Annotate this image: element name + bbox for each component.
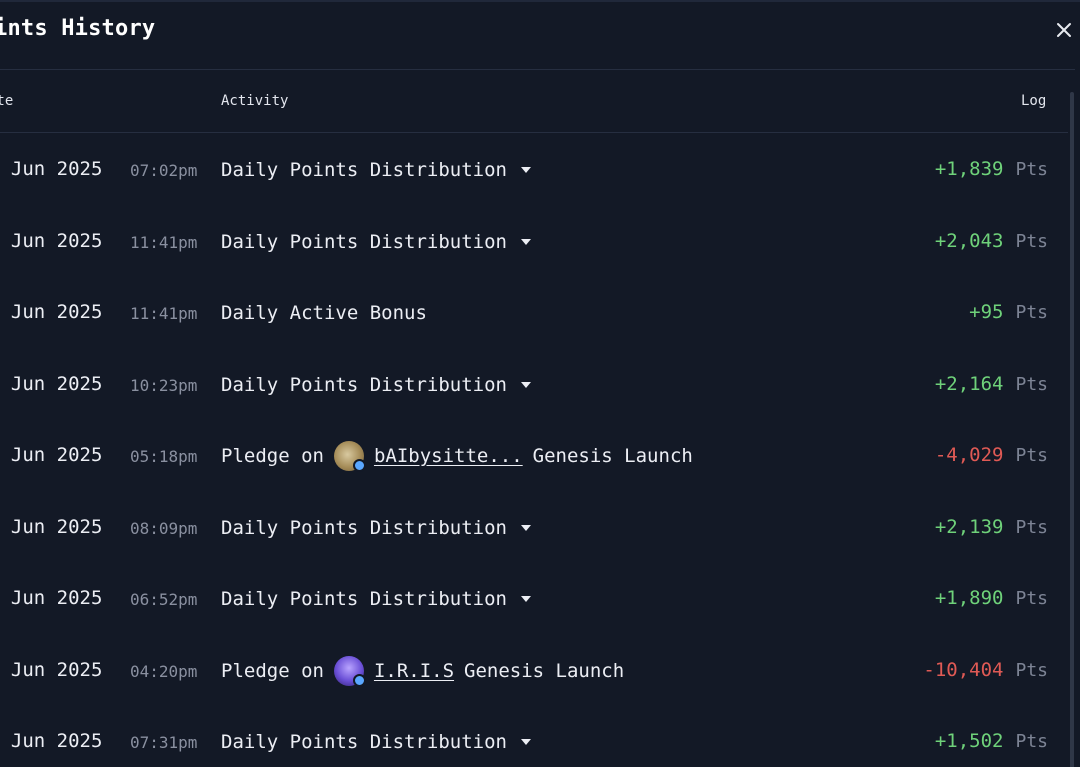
verified-badge-icon [352, 673, 366, 687]
caret-down-icon[interactable] [520, 739, 531, 745]
caret-down-icon[interactable] [520, 524, 531, 531]
row-date: 3 Jun 2025 [0, 515, 103, 538]
close-icon [1057, 23, 1071, 37]
table-row: 1 Jun 2025 07:31pm Daily Points Distributi… [0, 706, 1068, 767]
row-date: 2 Jun 2025 [0, 658, 103, 681]
points-value: -10,404 [923, 658, 1004, 681]
row-activity: Pledge on I.R.I.S Genesis Launch [221, 655, 625, 687]
row-date: 5 Jun 2025 [0, 229, 103, 252]
row-time: 04:20pm [130, 661, 198, 681]
row-points-log: -4,029 Pts [935, 444, 1048, 466]
row-time: 07:31pm [130, 733, 198, 752]
points-unit: Pts [1015, 230, 1048, 252]
points-value: +2,043 [934, 229, 1004, 252]
activity-label: Daily Points Distribution [221, 373, 507, 396]
points-unit: Pts [1015, 731, 1048, 752]
project-avatar[interactable] [333, 441, 366, 472]
row-time: 11:41pm [130, 304, 198, 323]
column-header-date[interactable]: ate [0, 93, 13, 109]
row-points-log: +1,839 Pts [935, 158, 1048, 180]
activity-suffix: Genesis Launch [464, 659, 625, 682]
row-points-log: +2,164 Pts [935, 373, 1048, 395]
row-date: 1 Jun 2025 [0, 730, 103, 752]
row-points-log: +1,890 Pts [935, 587, 1048, 609]
activity-label: Daily Points Distribution [221, 230, 507, 253]
row-activity: Daily Points Distribution [221, 230, 531, 254]
points-unit: Pts [1015, 445, 1048, 466]
table-row: 6 Jun 2025 07:02pm Daily Points Distributi… [0, 134, 1068, 206]
points-value: -4,029 [934, 444, 1004, 466]
row-activity: Daily Points Distribution [221, 516, 531, 540]
modal-title: ints History [0, 16, 156, 41]
row-points-log: +1,502 Pts [935, 730, 1048, 752]
points-value: +2,139 [934, 515, 1004, 538]
row-time: 06:52pm [130, 590, 198, 609]
row-date: 4 Jun 2025 [0, 372, 103, 395]
row-points-log: +95 Pts [969, 301, 1048, 323]
row-activity: Daily Points Distribution [221, 730, 531, 754]
verified-badge-icon [352, 459, 366, 472]
points-unit: Pts [1015, 159, 1048, 180]
column-header-activity[interactable]: Activity [221, 93, 288, 109]
close-button[interactable] [1054, 20, 1074, 40]
project-link[interactable]: I.R.I.S [374, 660, 454, 682]
row-activity: Daily Active Bonus [221, 301, 427, 325]
activity-label: Daily Points Distribution [221, 731, 507, 753]
table-row: 2 Jun 2025 06:52pm Daily Points Distributi… [0, 563, 1068, 635]
row-time: 10:23pm [130, 375, 198, 395]
row-points-log: +2,043 Pts [935, 230, 1048, 252]
caret-down-icon[interactable] [520, 596, 531, 602]
points-value: +1,890 [934, 587, 1004, 609]
table-row: 4 Jun 2025 10:23pm Daily Points Distributi… [0, 349, 1068, 421]
header-divider [0, 132, 1068, 133]
caret-down-icon[interactable] [520, 238, 531, 245]
activity-label: Daily Points Distribution [221, 516, 507, 539]
activity-label: Daily Points Distribution [221, 588, 507, 610]
activity-label: Daily Points Distribution [221, 159, 507, 181]
caret-down-icon[interactable] [520, 381, 531, 388]
points-unit: Pts [1015, 659, 1048, 681]
row-points-log: +2,139 Pts [935, 516, 1048, 538]
title-divider [0, 69, 1075, 70]
activity-label: Pledge on [221, 659, 324, 682]
points-value: +1,502 [934, 730, 1004, 752]
points-unit: Pts [1015, 373, 1048, 395]
points-unit: Pts [1015, 516, 1048, 538]
points-unit: Pts [1015, 588, 1048, 609]
column-header-log[interactable]: Log [1021, 93, 1046, 109]
activity-label: Pledge on [221, 445, 324, 467]
row-time: 05:18pm [130, 447, 198, 466]
row-activity: Daily Points Distribution [221, 587, 531, 611]
scrollbar[interactable] [1070, 92, 1074, 767]
table-row: 2 Jun 2025 04:20pm Pledge on I.R.I.S Genesis… [0, 635, 1068, 707]
points-history-modal: ints History ate Activity Log 6 Jun 2025… [0, 0, 1080, 767]
points-unit: Pts [1015, 302, 1048, 323]
caret-down-icon[interactable] [520, 167, 531, 173]
points-value: +2,164 [934, 372, 1004, 395]
project-link[interactable]: bAIbysitte... [374, 445, 523, 467]
points-history-table: 6 Jun 2025 07:02pm Daily Points Distributi… [0, 134, 1068, 767]
project-avatar[interactable] [333, 655, 366, 687]
row-time: 07:02pm [130, 161, 198, 180]
table-row: 3 Jun 2025 08:09pm Daily Points Distributi… [0, 492, 1068, 564]
activity-label: Daily Active Bonus [221, 302, 427, 324]
row-time: 08:09pm [130, 518, 198, 538]
points-value: +95 [969, 301, 1004, 323]
table-row: 4 Jun 2025 05:18pm Pledge on bAIbysitte... G… [0, 420, 1068, 492]
row-activity: Daily Points Distribution [221, 373, 531, 397]
row-activity: Pledge on bAIbysitte... Genesis Launch [221, 441, 693, 472]
row-points-log: -10,404 Pts [923, 659, 1048, 681]
row-date: 2 Jun 2025 [0, 587, 103, 609]
row-date: 5 Jun 2025 [0, 301, 103, 323]
table-row: 5 Jun 2025 11:41pm Daily Active Bonus +95 Pt… [0, 277, 1068, 349]
row-activity: Daily Points Distribution [221, 158, 531, 182]
activity-suffix: Genesis Launch [532, 445, 693, 467]
points-value: +1,839 [934, 158, 1004, 180]
row-date: 4 Jun 2025 [0, 444, 103, 466]
table-row: 5 Jun 2025 11:41pm Daily Points Distributi… [0, 206, 1068, 278]
row-time: 11:41pm [130, 232, 198, 252]
row-date: 6 Jun 2025 [0, 158, 103, 180]
